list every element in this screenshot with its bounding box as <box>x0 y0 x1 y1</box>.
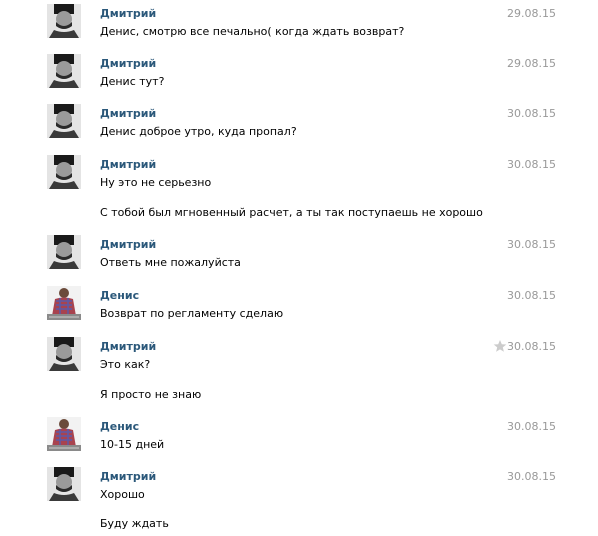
message-author[interactable]: Дмитрий <box>100 238 156 251</box>
message-author[interactable]: Дмитрий <box>100 470 156 483</box>
dmitry-avatar[interactable] <box>47 54 81 88</box>
dmitry-avatar[interactable] <box>47 235 81 269</box>
message-date: 29.08.15 <box>507 57 556 70</box>
message-author[interactable]: Дмитрий <box>100 107 156 120</box>
message-date: 30.08.15 <box>507 107 556 120</box>
message-author[interactable]: Дмитрий <box>100 7 156 20</box>
message-text: Ну это не серьезно <box>100 176 212 189</box>
message-date: 30.08.15 <box>507 289 556 302</box>
message-text: Буду ждать <box>100 517 169 530</box>
denis-avatar[interactable] <box>47 286 81 320</box>
message-text: Денис, смотрю все печально( когда ждать … <box>100 25 405 38</box>
message-author[interactable]: Дмитрий <box>100 340 156 353</box>
message-date: 30.08.15 <box>507 340 556 353</box>
message-text: Ответь мне пожалуйста <box>100 256 241 269</box>
message-date: 30.08.15 <box>507 158 556 171</box>
message-history: Дмитрий 29.08.15 Денис, смотрю все печал… <box>0 0 598 536</box>
message-author[interactable]: Денис <box>100 420 139 433</box>
message-text: Возврат по регламенту сделаю <box>100 307 284 320</box>
dmitry-avatar[interactable] <box>47 4 81 38</box>
dmitry-avatar[interactable] <box>47 467 81 501</box>
message-text: Я просто не знаю <box>100 388 202 401</box>
message-text: Хорошо <box>100 488 145 501</box>
denis-avatar[interactable] <box>47 417 81 451</box>
message-date: 29.08.15 <box>507 7 556 20</box>
dmitry-avatar[interactable] <box>47 104 81 138</box>
star-icon[interactable] <box>493 339 507 353</box>
message-text: 10-15 дней <box>100 438 165 451</box>
message-text: Это как? <box>100 358 151 371</box>
message-text: С тобой был мгновенный расчет, а ты так … <box>100 206 483 219</box>
message-text: Денис доброе утро, куда пропал? <box>100 125 297 138</box>
message-author[interactable]: Дмитрий <box>100 158 156 171</box>
dmitry-avatar[interactable] <box>47 337 81 371</box>
dmitry-avatar[interactable] <box>47 155 81 189</box>
message-date: 30.08.15 <box>507 238 556 251</box>
message-date: 30.08.15 <box>507 420 556 433</box>
message-text: Денис тут? <box>100 75 165 88</box>
message-author[interactable]: Денис <box>100 289 139 302</box>
message-date: 30.08.15 <box>507 470 556 483</box>
message-author[interactable]: Дмитрий <box>100 57 156 70</box>
